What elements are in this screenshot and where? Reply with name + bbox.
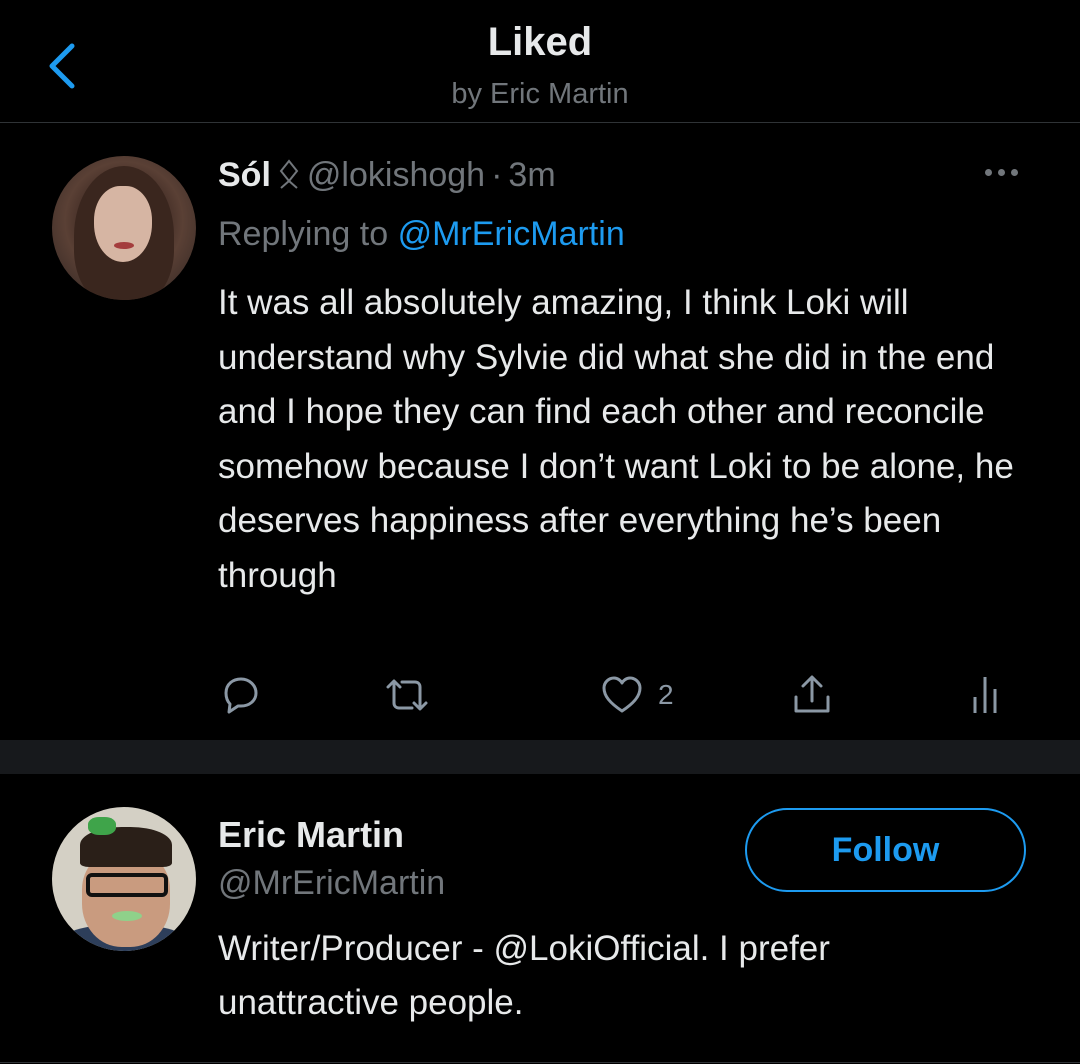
follow-button[interactable]: Follow [745, 808, 1026, 892]
retweet-button[interactable] [382, 673, 432, 717]
reply-icon [224, 677, 258, 714]
rune-badge-icon [279, 159, 299, 189]
tweet-header: Sól @lokishogh · 3m [218, 156, 556, 195]
reply-button[interactable] [218, 673, 262, 717]
bottom-divider [0, 1062, 1080, 1063]
tweet[interactable]: Sól @lokishogh · 3m Replying to @MrEricMar… [0, 123, 1080, 740]
user-card[interactable]: Eric Martin @MrEricMartin Writer/Produce… [0, 774, 1080, 1064]
tweet-actions: 2 [0, 673, 1080, 717]
share-button[interactable] [790, 673, 834, 717]
replying-prefix: Replying to [218, 215, 389, 253]
page-title: Liked [487, 20, 593, 64]
analytics-icon [973, 677, 997, 713]
top-bar: Liked by Eric Martin [0, 0, 1080, 123]
avatar[interactable] [52, 807, 196, 951]
avatar[interactable] [52, 156, 196, 300]
user-bio: Writer/Producer - @LokiOfficial. I prefe… [218, 929, 830, 1022]
user-name[interactable]: Eric Martin [218, 814, 404, 856]
page-subtitle: by Eric Martin [451, 78, 629, 110]
user-handle[interactable]: @MrEricMartin [218, 864, 445, 903]
replying-to: Replying to @MrEricMartin [218, 215, 625, 254]
like-icon [602, 676, 642, 713]
author-name[interactable]: Sól [218, 156, 271, 194]
like-button[interactable]: 2 [600, 673, 674, 717]
separator: · [491, 156, 503, 194]
more-button[interactable] [982, 163, 1026, 183]
analytics-button[interactable] [970, 673, 1000, 717]
tweet-text: It was all absolutely amazing, I think L… [218, 283, 1014, 595]
like-count: 2 [658, 679, 674, 710]
retweet-icon [386, 679, 428, 711]
author-handle[interactable]: @lokishogh [307, 156, 485, 194]
section-divider [0, 740, 1080, 774]
share-icon [794, 675, 830, 713]
tweet-time[interactable]: 3m [508, 156, 555, 194]
replying-mention[interactable]: @MrEricMartin [398, 215, 625, 253]
